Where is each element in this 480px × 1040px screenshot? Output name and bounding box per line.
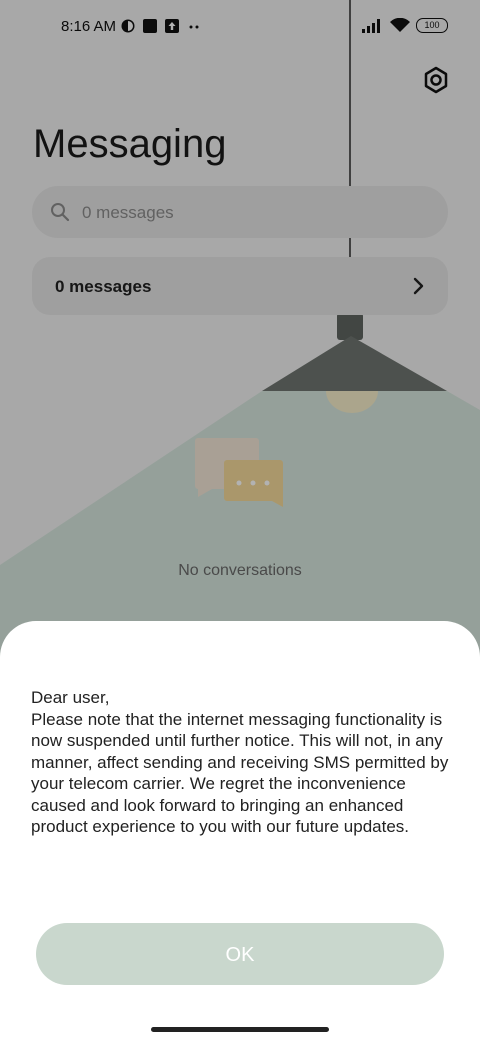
home-indicator[interactable] bbox=[151, 1027, 329, 1032]
dialog-message: Dear user, Please note that the internet… bbox=[31, 688, 449, 836]
ok-button[interactable]: OK bbox=[36, 923, 444, 985]
notice-dialog: Dear user, Please note that the internet… bbox=[0, 621, 480, 1040]
screen: 8:16 AM 100 Messaging 0 messages 0 messa… bbox=[0, 0, 480, 1040]
